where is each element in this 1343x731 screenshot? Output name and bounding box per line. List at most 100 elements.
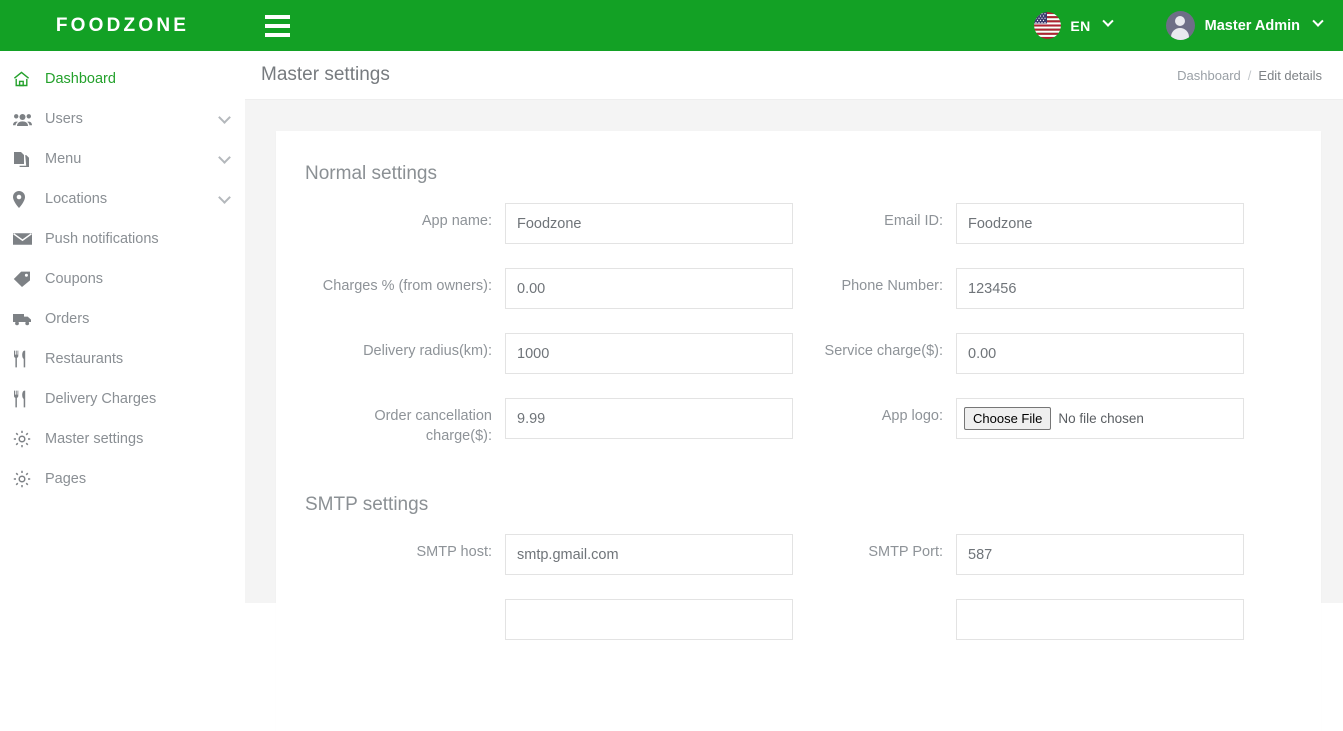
header-right-controls: EN Master Admin (1034, 11, 1343, 40)
breadcrumb-separator: / (1247, 67, 1252, 83)
no-file-chosen-label: No file chosen (1058, 411, 1144, 426)
phone-number-input[interactable] (956, 268, 1244, 309)
utensils-icon (13, 389, 39, 409)
chevron-down-icon-users[interactable] (218, 110, 231, 124)
sidebar-item-master-settings[interactable]: Master settings (0, 419, 245, 459)
field-group-email-id: Email ID: (790, 203, 1275, 244)
chevron-down-icon-menu[interactable] (218, 150, 231, 164)
sidebar-label-orders: Orders (45, 311, 90, 327)
field-group-smtp-port: SMTP Port: (790, 534, 1275, 576)
truck-icon (13, 309, 39, 329)
utensils-icon (13, 349, 39, 369)
field-group-delivery-radius: Delivery radius(km): (305, 333, 793, 374)
breadcrumb-dashboard-link[interactable]: Dashboard (1177, 68, 1241, 83)
map-pin-icon (13, 189, 39, 209)
chevron-down-icon-language (1101, 15, 1114, 27)
sidebar-item-push-notifications[interactable]: Push notifications (0, 219, 245, 259)
app-name-input[interactable] (505, 203, 793, 244)
app-logo-brand[interactable]: FOODZONE (0, 0, 245, 51)
tag-icon (13, 269, 39, 289)
smtp-host-input[interactable] (505, 534, 793, 576)
main-content-area: Master settings Dashboard / Edit details… (245, 51, 1343, 731)
field-group-order-cancellation-charge: Order cancellation charge($): (305, 398, 793, 446)
form-row-6 (305, 599, 1275, 664)
sidebar-item-users[interactable]: Users (0, 99, 245, 139)
top-header-bar: FOODZONE EN Master Admin (0, 0, 1343, 51)
smtp-extra-left-input[interactable] (505, 599, 793, 641)
app-logo-file-input[interactable]: Choose File No file chosen (956, 398, 1244, 439)
home-icon (13, 69, 39, 89)
label-smtp-extra-left (305, 599, 505, 608)
sidebar-item-menu[interactable]: Menu (0, 139, 245, 179)
sidebar-label-master-settings: Master settings (45, 431, 144, 447)
email-id-input[interactable] (956, 203, 1244, 244)
sidebar-item-delivery-charges[interactable]: Delivery Charges (0, 379, 245, 419)
sidebar-item-dashboard[interactable]: Dashboard (0, 59, 245, 99)
form-row-3: Delivery radius(km): Service charge($): (305, 333, 1275, 398)
sidebar-navigation: Dashboard Users Menu Locations Push noti… (0, 51, 245, 603)
user-menu[interactable]: Master Admin (1165, 11, 1324, 40)
language-selector[interactable]: EN (1034, 12, 1114, 39)
us-flag-icon (1034, 12, 1062, 39)
hamburger-bar-1 (264, 14, 290, 19)
users-icon (13, 109, 39, 129)
field-group-charges-percent: Charges % (from owners): (305, 268, 793, 309)
form-row-2: Charges % (from owners): Phone Number: (305, 268, 1275, 333)
user-name-label: Master Admin (1204, 17, 1300, 34)
charges-percent-input[interactable] (505, 268, 793, 309)
label-app-name: App name: (421, 213, 492, 229)
sidebar-label-users: Users (45, 111, 83, 127)
delivery-radius-input[interactable] (505, 333, 793, 374)
language-label: EN (1070, 17, 1091, 34)
label-smtp-port: SMTP Port: (868, 544, 943, 561)
gear-icon (13, 469, 39, 489)
label-smtp-extra-right (790, 599, 956, 608)
field-group-app-logo: App logo: Choose File No file chosen (790, 398, 1275, 446)
sidebar-item-pages[interactable]: Pages (0, 459, 245, 499)
sidebar-item-restaurants[interactable]: Restaurants (0, 339, 245, 379)
card-wrapper: Normal settings App name: Email ID: (245, 100, 1343, 731)
form-row-5: SMTP host: SMTP Port: (305, 534, 1275, 599)
sidebar-item-orders[interactable]: Orders (0, 299, 245, 339)
field-group-smtp-extra-right (790, 599, 1275, 641)
envelope-icon (13, 229, 39, 249)
gear-icon (13, 429, 39, 449)
label-charges-percent: Charges % (from owners): (322, 278, 492, 294)
hamburger-menu-icon[interactable] (255, 0, 299, 51)
label-app-logo: App logo: (881, 408, 943, 424)
sidebar-label-locations: Locations (45, 191, 108, 207)
user-avatar-icon (1165, 11, 1195, 40)
sidebar-item-coupons[interactable]: Coupons (0, 259, 245, 299)
hamburger-bar-3 (264, 32, 290, 37)
chevron-down-icon-user (1312, 15, 1324, 27)
label-smtp-host: SMTP host: (416, 544, 492, 561)
field-group-smtp-extra-left (305, 599, 793, 641)
order-cancellation-charge-input[interactable] (505, 398, 793, 439)
breadcrumb-current: Edit details (1258, 67, 1322, 83)
field-group-service-charge: Service charge($): (790, 333, 1275, 374)
sidebar-label-restaurants: Restaurants (45, 351, 124, 367)
breadcrumb: Dashboard / Edit details (1177, 68, 1322, 83)
hamburger-bar-2 (264, 23, 290, 28)
page-header: Master settings Dashboard / Edit details (245, 51, 1343, 100)
label-order-cancellation-charge: Order cancellation charge($): (374, 408, 492, 444)
sidebar-label-push-notifications: Push notifications (45, 231, 159, 247)
smtp-port-input[interactable] (956, 534, 1244, 576)
choose-file-button[interactable]: Choose File (964, 406, 1052, 431)
smtp-extra-right-input[interactable] (956, 599, 1244, 641)
sidebar-item-locations[interactable]: Locations (0, 179, 245, 219)
service-charge-input[interactable] (956, 333, 1244, 374)
sidebar-label-delivery-charges: Delivery Charges (45, 391, 157, 407)
normal-settings-heading: Normal settings (305, 163, 437, 184)
label-email-id: Email ID: (884, 213, 943, 229)
label-service-charge: Service charge($): (824, 343, 943, 359)
chevron-down-icon-locations[interactable] (218, 190, 231, 204)
page-title: Master settings (261, 64, 390, 85)
field-group-app-name: App name: (305, 203, 793, 244)
form-row-1: App name: Email ID: (305, 203, 1275, 268)
sidebar-label-coupons: Coupons (45, 271, 104, 287)
sidebar-label-dashboard: Dashboard (45, 71, 116, 87)
smtp-settings-heading: SMTP settings (305, 494, 429, 516)
settings-card: Normal settings App name: Email ID: (276, 131, 1321, 731)
form-row-4: Order cancellation charge($): App logo: … (305, 398, 1275, 470)
